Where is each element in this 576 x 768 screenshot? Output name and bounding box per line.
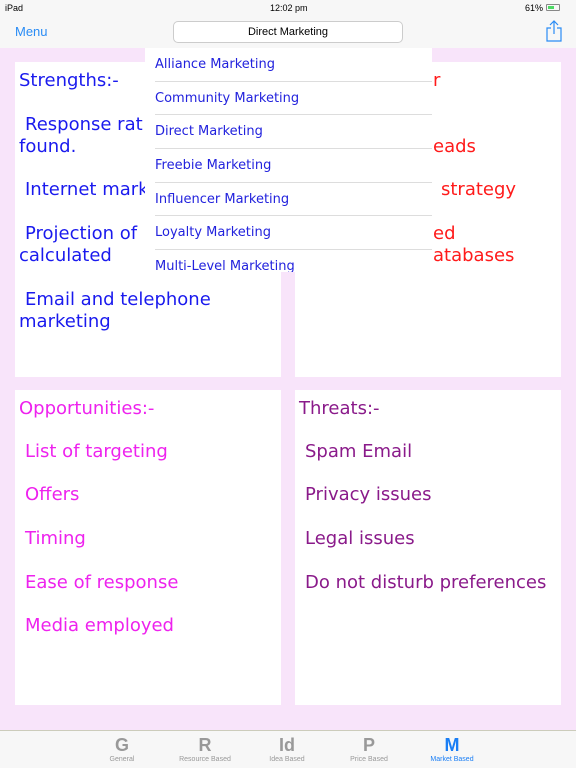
tab-market-based[interactable]: M Market Based — [412, 735, 492, 763]
tab-icon: G — [114, 735, 129, 755]
status-bar: iPad 12:02 pm 61% — [0, 0, 576, 16]
tab-label: Price Based — [350, 756, 388, 763]
navigation-bar: Menu Direct Marketing — [0, 16, 576, 48]
threat-item: Privacy issues — [305, 484, 432, 505]
tab-label: Resource Based — [179, 756, 231, 763]
dropdown-item[interactable]: Direct Marketing — [155, 115, 432, 150]
threat-item: Spam Email — [305, 441, 413, 462]
tab-price-based[interactable]: P Price Based — [329, 735, 409, 763]
dropdown-item[interactable]: Loyalty Marketing — [155, 216, 432, 251]
strength-line: marketing — [19, 311, 111, 332]
tab-icon: M — [444, 735, 460, 755]
weakness-line: eads — [433, 136, 476, 157]
tab-icon: R — [198, 735, 212, 755]
dropdown-item[interactable]: Alliance Marketing — [155, 48, 432, 82]
clock: 12:02 pm — [270, 3, 308, 13]
opportunities-title: Opportunities:- — [19, 398, 155, 419]
strength-line: Email and telephone — [25, 289, 211, 310]
dropdown-item[interactable]: Freebie Marketing — [155, 149, 432, 183]
tab-label: General — [109, 756, 135, 763]
category-selector[interactable]: Direct Marketing — [173, 21, 403, 43]
opportunities-card: Opportunities:- List of targeting Offers… — [15, 390, 281, 705]
menu-button[interactable]: Menu — [15, 24, 48, 39]
weakness-line: ed — [433, 223, 456, 244]
opportunity-item: Offers — [25, 484, 80, 505]
tab-idea-based[interactable]: Id Idea Based — [247, 735, 327, 763]
weakness-line: atabases — [433, 245, 515, 266]
strength-line: Response rat — [25, 114, 143, 135]
threat-item: Legal issues — [305, 528, 415, 549]
weakness-line: strategy — [441, 179, 517, 200]
opportunity-item: Timing — [25, 528, 86, 549]
opportunity-item: List of targeting — [25, 441, 168, 462]
opportunity-item: Media employed — [25, 615, 174, 636]
strength-line: Projection of — [25, 223, 138, 244]
opportunity-item: Ease of response — [25, 572, 179, 593]
strength-line: found. — [19, 136, 77, 157]
weakness-line: r — [433, 70, 441, 91]
battery-icon — [546, 4, 560, 11]
tab-label: Idea Based — [269, 756, 305, 763]
dropdown-item[interactable]: Influencer Marketing — [155, 183, 432, 217]
strengths-title: Strengths:- — [19, 70, 119, 91]
threats-title: Threats:- — [299, 398, 380, 419]
device-label: iPad — [5, 3, 24, 13]
tab-resource-based[interactable]: R Resource Based — [165, 735, 245, 763]
strength-line: Internet mark — [25, 179, 149, 200]
threats-card: Threats:- Spam Email Privacy issues Lega… — [295, 390, 561, 705]
tab-general[interactable]: G General — [82, 735, 162, 763]
battery-percent: 61% — [525, 3, 544, 13]
strength-line: calculated — [19, 245, 112, 266]
dropdown-item[interactable]: Multi-Level Marketing — [155, 250, 432, 272]
tab-icon: P — [362, 735, 375, 755]
threat-item: Do not disturb preferences — [305, 572, 547, 593]
category-dropdown[interactable]: Alliance Marketing Community Marketing D… — [145, 48, 432, 272]
share-icon[interactable] — [546, 20, 562, 42]
tab-label: Market Based — [430, 756, 474, 763]
dropdown-item[interactable]: Community Marketing — [155, 82, 432, 116]
tab-icon: Id — [279, 735, 295, 755]
tab-bar: G General R Resource Based Id Idea Based PP… — [0, 730, 576, 768]
